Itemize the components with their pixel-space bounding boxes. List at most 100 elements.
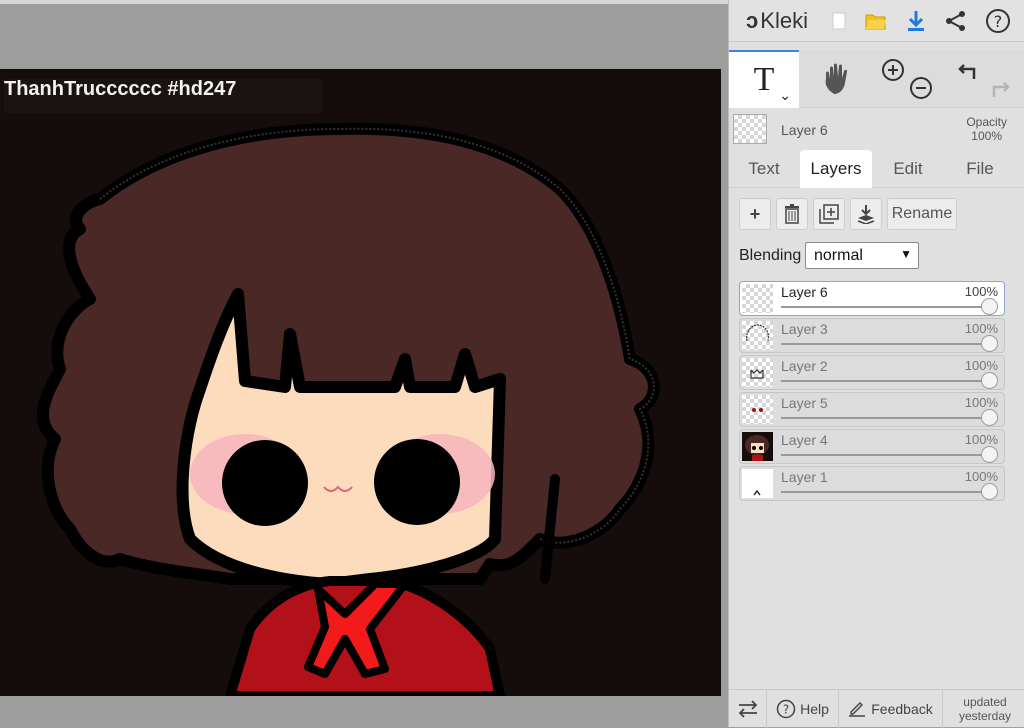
chevron-down-icon: ▼ xyxy=(900,247,912,261)
tab-text[interactable]: Text xyxy=(729,150,799,188)
svg-text:?: ? xyxy=(783,703,789,717)
layer-thumbnail xyxy=(742,358,773,387)
text-tool-button[interactable]: T ⌄ xyxy=(729,50,799,108)
app-name: Kleki xyxy=(760,8,808,33)
tool-row: T ⌄ xyxy=(729,50,1024,108)
opacity-slider-track[interactable] xyxy=(781,306,990,308)
new-file-button[interactable] xyxy=(825,0,853,42)
opacity-slider-handle[interactable] xyxy=(981,446,998,463)
share-button[interactable] xyxy=(941,0,971,42)
opacity-slider-handle[interactable] xyxy=(981,335,998,352)
text-tool-icon: T xyxy=(753,61,775,98)
artwork xyxy=(37,122,660,696)
blending-select[interactable]: normal ▼ xyxy=(805,242,919,269)
hand-icon xyxy=(825,63,848,94)
opacity-slider-track[interactable] xyxy=(781,454,990,456)
panel-tabs: Text Layers Edit File xyxy=(729,150,1024,188)
help-label: Help xyxy=(800,701,829,717)
canvas-top-edge xyxy=(0,0,728,4)
new-file-icon xyxy=(832,12,846,30)
plus-icon: + xyxy=(749,203,761,224)
layer-opacity: 100% xyxy=(964,432,998,447)
open-button[interactable] xyxy=(861,0,891,42)
merge-down-button[interactable] xyxy=(850,198,882,230)
drawing-canvas[interactable]: ThanhTrucccccc #hd247 xyxy=(0,69,721,696)
opacity-slider-track[interactable] xyxy=(781,343,990,345)
undo-redo-buttons xyxy=(951,50,1017,108)
current-layer-info: Layer 6 Opacity 100% xyxy=(729,110,1024,150)
delete-layer-button[interactable] xyxy=(776,198,808,230)
hand-tool-button[interactable] xyxy=(803,50,873,108)
layer-name: Layer 1 xyxy=(781,469,828,485)
chevron-down-icon[interactable]: ⌄ xyxy=(779,88,791,104)
layer-item[interactable]: Layer 1 100% xyxy=(739,466,1005,501)
layer-item[interactable]: Layer 2 100% xyxy=(739,355,1005,390)
opacity-display[interactable]: Opacity 100% xyxy=(966,115,1007,143)
left-eye xyxy=(222,440,308,526)
duplicate-icon xyxy=(819,204,839,224)
swap-side-button[interactable] xyxy=(729,690,767,728)
layer-item[interactable]: Layer 5 100% xyxy=(739,392,1005,427)
folder-open-icon xyxy=(865,14,886,30)
layer-toolbar: + Rename xyxy=(729,198,1024,232)
layer-thumbnail xyxy=(742,395,773,424)
updated-info[interactable]: updated yesterday xyxy=(945,690,1024,728)
zoom-in-icon[interactable] xyxy=(882,59,904,81)
opacity-slider-track[interactable] xyxy=(781,380,990,382)
opacity-label: Opacity xyxy=(966,115,1007,129)
rename-button[interactable]: Rename xyxy=(887,198,957,230)
top-bar: ↄ Kleki ? xyxy=(729,0,1024,42)
layer-thumbnail xyxy=(742,432,773,461)
layer-item[interactable]: Layer 4 100% xyxy=(739,429,1005,464)
tab-edit[interactable]: Edit xyxy=(873,150,943,188)
opacity-slider-handle[interactable] xyxy=(981,372,998,389)
sidebar: ↄ Kleki ? T ⌄ Layer 6 Opacity 100% Text … xyxy=(728,0,1024,728)
footer: ? Help Feedback updated yesterday xyxy=(729,689,1024,728)
layer-opacity: 100% xyxy=(964,321,998,336)
opacity-slider-handle[interactable] xyxy=(981,409,998,426)
layer-name: Layer 6 xyxy=(781,284,828,300)
feedback-icon xyxy=(849,702,866,717)
layer-opacity: 100% xyxy=(964,358,998,373)
canvas-title-text: ThanhTrucccccc #hd247 xyxy=(4,79,323,113)
add-layer-button[interactable]: + xyxy=(739,198,771,230)
kleki-logo-icon: ↄ xyxy=(746,8,759,33)
opacity-slider-track[interactable] xyxy=(781,417,990,419)
layer-name: Layer 5 xyxy=(781,395,828,411)
blending-label: Blending xyxy=(739,247,802,264)
save-button[interactable] xyxy=(901,0,931,42)
help-button[interactable]: ? xyxy=(981,0,1015,42)
help-circle-icon: ? xyxy=(986,9,1010,33)
layer-item[interactable]: Layer 3 100% xyxy=(739,318,1005,353)
tab-file[interactable]: File xyxy=(945,150,1015,188)
kleki-logo[interactable]: ↄ Kleki xyxy=(735,0,819,42)
zoom-buttons xyxy=(877,50,937,108)
share-icon xyxy=(946,11,965,31)
feedback-link[interactable]: Feedback xyxy=(839,690,943,728)
opacity-slider-handle[interactable] xyxy=(981,483,998,500)
feedback-label: Feedback xyxy=(871,701,933,717)
current-layer-thumbnail xyxy=(733,114,767,144)
opacity-value: 100% xyxy=(971,129,1002,143)
opacity-slider-handle[interactable] xyxy=(981,298,998,315)
zoom-out-icon[interactable] xyxy=(910,77,932,99)
merge-down-icon xyxy=(857,205,875,224)
swap-arrows-icon xyxy=(738,700,757,718)
trash-icon xyxy=(785,204,799,224)
layer-thumbnail xyxy=(742,284,773,313)
help-circle-icon: ? xyxy=(776,699,796,719)
svg-text:?: ? xyxy=(994,12,1003,31)
duplicate-layer-button[interactable] xyxy=(813,198,845,230)
opacity-slider-track[interactable] xyxy=(781,491,990,493)
redo-icon[interactable] xyxy=(992,82,1010,97)
layer-opacity: 100% xyxy=(964,284,998,299)
updated-line-1: updated xyxy=(963,695,1007,709)
layer-opacity: 100% xyxy=(964,395,998,410)
tab-layers[interactable]: Layers xyxy=(800,150,872,188)
undo-icon[interactable] xyxy=(958,64,976,79)
layer-item[interactable]: Layer 6 100% xyxy=(739,281,1005,316)
canvas-area[interactable]: ThanhTrucccccc #hd247 xyxy=(0,0,728,727)
help-link[interactable]: ? Help xyxy=(767,690,839,728)
right-eye xyxy=(374,439,460,525)
layer-thumbnail xyxy=(742,469,773,498)
